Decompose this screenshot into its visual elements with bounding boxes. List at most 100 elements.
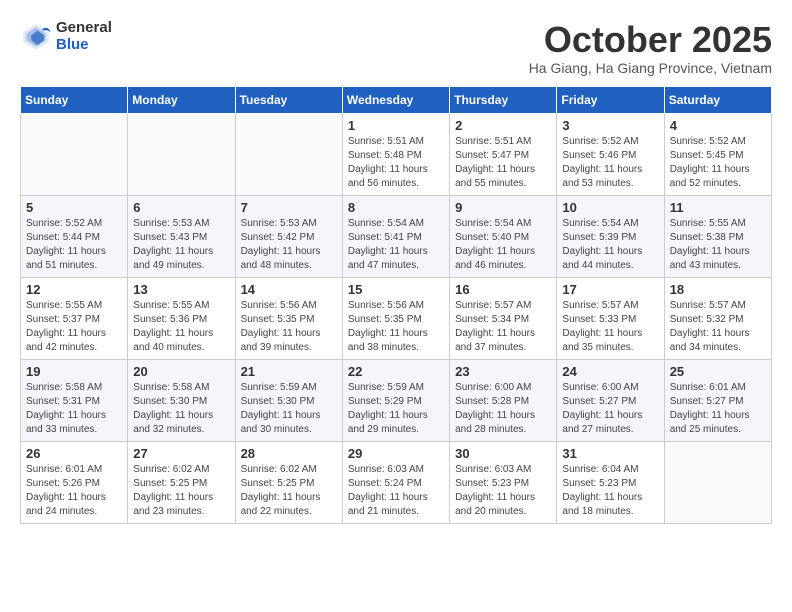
calendar-cell-w3d3: 14 Sunrise: 5:56 AM Sunset: 5:35 PM Dayli… <box>235 277 342 359</box>
day-number: 26 <box>26 446 122 461</box>
calendar-week-1: 1Sunrise: 5:51 AM Sunset: 5:48 PM Daylig… <box>21 113 772 195</box>
calendar-cell-w5d2: 27 Sunrise: 6:02 AM Sunset: 5:25 PM Dayli… <box>128 441 235 523</box>
calendar-body: 1Sunrise: 5:51 AM Sunset: 5:48 PM Daylig… <box>21 113 772 523</box>
calendar-cell-w5d4: 29 Sunrise: 6:03 AM Sunset: 5:24 PM Dayli… <box>342 441 449 523</box>
page-header: General Blue October 2025 Ha Giang, Ha G… <box>20 20 772 76</box>
calendar-week-4: 19 Sunrise: 5:58 AM Sunset: 5:31 PM Dayli… <box>21 359 772 441</box>
header-sunday: Sunday <box>21 86 128 113</box>
day-info: Sunrise: 5:54 AM Sunset: 5:39 PM Dayligh… <box>562 217 658 273</box>
day-number: 31 <box>562 446 658 461</box>
calendar-header: SundayMondayTuesdayWednesdayThursdayFrid… <box>21 86 772 113</box>
day-info: Sunrise: 6:02 AM Sunset: 5:25 PM Dayligh… <box>133 463 229 519</box>
logo-icon <box>20 21 52 53</box>
day-info: Sunrise: 5:55 AM Sunset: 5:38 PM Dayligh… <box>670 217 766 273</box>
calendar-cell-w4d1: 19 Sunrise: 5:58 AM Sunset: 5:31 PM Dayli… <box>21 359 128 441</box>
header-row: SundayMondayTuesdayWednesdayThursdayFrid… <box>21 86 772 113</box>
day-info: Sunrise: 5:56 AM Sunset: 5:35 PM Dayligh… <box>241 299 337 355</box>
calendar-cell-w2d3: 7 Sunrise: 5:53 AM Sunset: 5:42 PM Daylig… <box>235 195 342 277</box>
day-number: 18 <box>670 282 766 297</box>
calendar-cell-w4d4: 22 Sunrise: 5:59 AM Sunset: 5:29 PM Dayli… <box>342 359 449 441</box>
day-info: Sunrise: 6:03 AM Sunset: 5:24 PM Dayligh… <box>348 463 444 519</box>
logo-general: General <box>56 20 112 37</box>
day-number: 21 <box>241 364 337 379</box>
header-monday: Monday <box>128 86 235 113</box>
day-info: Sunrise: 6:00 AM Sunset: 5:28 PM Dayligh… <box>455 381 551 437</box>
calendar-cell-w4d3: 21 Sunrise: 5:59 AM Sunset: 5:30 PM Dayli… <box>235 359 342 441</box>
day-number: 19 <box>26 364 122 379</box>
calendar-cell-w4d5: 23 Sunrise: 6:00 AM Sunset: 5:28 PM Dayli… <box>450 359 557 441</box>
calendar-cell-w3d4: 15 Sunrise: 5:56 AM Sunset: 5:35 PM Dayli… <box>342 277 449 359</box>
day-number: 3 <box>562 118 658 133</box>
calendar-cell-w1d3 <box>235 113 342 195</box>
day-info: Sunrise: 6:01 AM Sunset: 5:26 PM Dayligh… <box>26 463 122 519</box>
header-thursday: Thursday <box>450 86 557 113</box>
calendar-week-3: 12 Sunrise: 5:55 AM Sunset: 5:37 PM Dayli… <box>21 277 772 359</box>
logo-blue: Blue <box>56 37 112 54</box>
calendar-cell-w1d4: 1Sunrise: 5:51 AM Sunset: 5:48 PM Daylig… <box>342 113 449 195</box>
day-info: Sunrise: 5:52 AM Sunset: 5:45 PM Dayligh… <box>670 135 766 191</box>
day-info: Sunrise: 5:52 AM Sunset: 5:44 PM Dayligh… <box>26 217 122 273</box>
calendar-cell-w3d1: 12 Sunrise: 5:55 AM Sunset: 5:37 PM Dayli… <box>21 277 128 359</box>
header-saturday: Saturday <box>664 86 771 113</box>
calendar-cell-w1d7: 4 Sunrise: 5:52 AM Sunset: 5:45 PM Daylig… <box>664 113 771 195</box>
calendar-cell-w2d2: 6 Sunrise: 5:53 AM Sunset: 5:43 PM Daylig… <box>128 195 235 277</box>
day-info: Sunrise: 5:51 AM Sunset: 5:47 PM Dayligh… <box>455 135 551 191</box>
calendar-cell-w2d1: 5 Sunrise: 5:52 AM Sunset: 5:44 PM Daylig… <box>21 195 128 277</box>
calendar-cell-w3d5: 16Sunrise: 5:57 AM Sunset: 5:34 PM Dayli… <box>450 277 557 359</box>
day-number: 12 <box>26 282 122 297</box>
day-info: Sunrise: 5:53 AM Sunset: 5:43 PM Dayligh… <box>133 217 229 273</box>
calendar-table: SundayMondayTuesdayWednesdayThursdayFrid… <box>20 86 772 524</box>
day-number: 17 <box>562 282 658 297</box>
day-info: Sunrise: 6:04 AM Sunset: 5:23 PM Dayligh… <box>562 463 658 519</box>
calendar-cell-w5d6: 31 Sunrise: 6:04 AM Sunset: 5:23 PM Dayli… <box>557 441 664 523</box>
month-year-title: October 2025 <box>529 20 772 60</box>
day-info: Sunrise: 5:59 AM Sunset: 5:29 PM Dayligh… <box>348 381 444 437</box>
day-number: 11 <box>670 200 766 215</box>
calendar-cell-w2d5: 9Sunrise: 5:54 AM Sunset: 5:40 PM Daylig… <box>450 195 557 277</box>
calendar-cell-w4d7: 25Sunrise: 6:01 AM Sunset: 5:27 PM Dayli… <box>664 359 771 441</box>
day-number: 24 <box>562 364 658 379</box>
day-info: Sunrise: 5:55 AM Sunset: 5:37 PM Dayligh… <box>26 299 122 355</box>
calendar-week-5: 26 Sunrise: 6:01 AM Sunset: 5:26 PM Dayli… <box>21 441 772 523</box>
day-info: Sunrise: 5:58 AM Sunset: 5:31 PM Dayligh… <box>26 381 122 437</box>
day-number: 30 <box>455 446 551 461</box>
calendar-cell-w3d7: 18Sunrise: 5:57 AM Sunset: 5:32 PM Dayli… <box>664 277 771 359</box>
day-number: 10 <box>562 200 658 215</box>
day-number: 15 <box>348 282 444 297</box>
day-number: 7 <box>241 200 337 215</box>
day-info: Sunrise: 5:58 AM Sunset: 5:30 PM Dayligh… <box>133 381 229 437</box>
calendar-cell-w5d3: 28 Sunrise: 6:02 AM Sunset: 5:25 PM Dayli… <box>235 441 342 523</box>
day-number: 8 <box>348 200 444 215</box>
day-number: 27 <box>133 446 229 461</box>
day-number: 16 <box>455 282 551 297</box>
header-friday: Friday <box>557 86 664 113</box>
day-info: Sunrise: 5:53 AM Sunset: 5:42 PM Dayligh… <box>241 217 337 273</box>
day-number: 22 <box>348 364 444 379</box>
calendar-cell-w1d5: 2 Sunrise: 5:51 AM Sunset: 5:47 PM Daylig… <box>450 113 557 195</box>
day-info: Sunrise: 5:56 AM Sunset: 5:35 PM Dayligh… <box>348 299 444 355</box>
calendar-cell-w2d7: 11 Sunrise: 5:55 AM Sunset: 5:38 PM Dayli… <box>664 195 771 277</box>
day-number: 14 <box>241 282 337 297</box>
calendar-cell-w5d7 <box>664 441 771 523</box>
day-info: Sunrise: 5:59 AM Sunset: 5:30 PM Dayligh… <box>241 381 337 437</box>
title-section: October 2025 Ha Giang, Ha Giang Province… <box>529 20 772 76</box>
day-info: Sunrise: 5:57 AM Sunset: 5:33 PM Dayligh… <box>562 299 658 355</box>
calendar-cell-w5d5: 30Sunrise: 6:03 AM Sunset: 5:23 PM Dayli… <box>450 441 557 523</box>
calendar-cell-w4d2: 20Sunrise: 5:58 AM Sunset: 5:30 PM Dayli… <box>128 359 235 441</box>
day-number: 6 <box>133 200 229 215</box>
calendar-cell-w1d2 <box>128 113 235 195</box>
day-number: 1 <box>348 118 444 133</box>
day-info: Sunrise: 5:54 AM Sunset: 5:40 PM Dayligh… <box>455 217 551 273</box>
day-number: 29 <box>348 446 444 461</box>
day-number: 5 <box>26 200 122 215</box>
day-info: Sunrise: 6:00 AM Sunset: 5:27 PM Dayligh… <box>562 381 658 437</box>
day-info: Sunrise: 5:55 AM Sunset: 5:36 PM Dayligh… <box>133 299 229 355</box>
day-number: 4 <box>670 118 766 133</box>
day-info: Sunrise: 5:54 AM Sunset: 5:41 PM Dayligh… <box>348 217 444 273</box>
day-number: 23 <box>455 364 551 379</box>
header-tuesday: Tuesday <box>235 86 342 113</box>
day-info: Sunrise: 6:02 AM Sunset: 5:25 PM Dayligh… <box>241 463 337 519</box>
location-subtitle: Ha Giang, Ha Giang Province, Vietnam <box>529 60 772 76</box>
day-number: 2 <box>455 118 551 133</box>
day-number: 28 <box>241 446 337 461</box>
